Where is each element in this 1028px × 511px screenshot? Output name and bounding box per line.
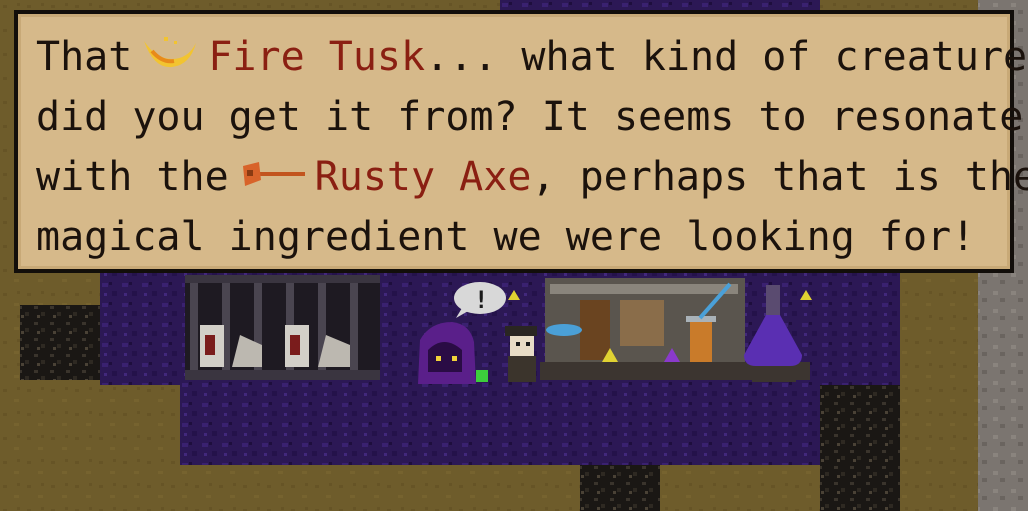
obsidian-lower: [180, 380, 820, 465]
dialogue-text: That: [36, 34, 133, 80]
speech-bubble-mark: !: [474, 286, 488, 314]
coal-ore-bottom: [580, 465, 660, 511]
coal-ore-right: [820, 385, 900, 511]
dialogue-line-4: magical ingredient we were looking for!: [36, 214, 976, 260]
hooded-wizard-npc[interactable]: [418, 322, 476, 384]
rusty-axe-icon: [237, 154, 307, 204]
coal-ore-left: [20, 305, 100, 380]
dialogue-line-1: That Fire Tusk... what kind of creature: [36, 32, 1027, 82]
dialogue-text: with the: [36, 154, 229, 200]
item-name-fire-tusk[interactable]: Fire Tusk: [208, 34, 425, 80]
fire-tusk-icon: [140, 33, 200, 85]
green-potion-icon[interactable]: [476, 370, 488, 382]
dialogue-text: ... what kind of creature: [425, 34, 1028, 80]
item-name-rusty-axe[interactable]: Rusty Axe: [315, 154, 532, 200]
dialogue-text: , perhaps that is the: [531, 154, 1028, 200]
dialogue-line-2: did you get it from? It seems to resonat…: [36, 94, 1024, 140]
dialogue-line-3: with the Rusty Axe, perhaps that is the: [36, 152, 1028, 202]
dialogue-box[interactable]: That Fire Tusk... what kind of creature d…: [14, 10, 1028, 273]
cage[interactable]: [185, 275, 380, 380]
